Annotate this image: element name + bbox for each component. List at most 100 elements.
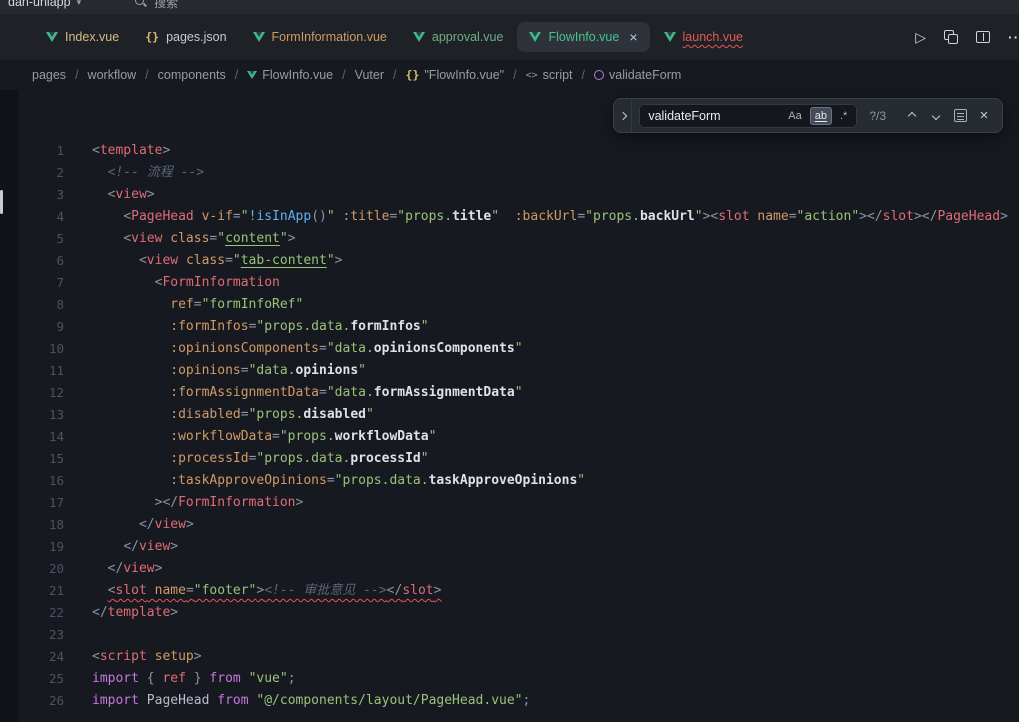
breadcrumb-label: workflow <box>88 68 137 82</box>
code-line[interactable]: 20 </view> <box>18 558 1019 580</box>
left-gutter-strip <box>0 90 18 722</box>
find-query-text: validateForm <box>648 109 783 123</box>
tab-label: approval.vue <box>432 30 504 44</box>
editor[interactable]: 1<template>2 <!-- 流程 -->3 <view>4 <PageH… <box>0 90 1019 722</box>
match-case-button[interactable]: Aa <box>783 107 806 125</box>
find-input[interactable]: validateForm Aa ab .* <box>639 104 857 128</box>
line-number: 12 <box>18 382 64 404</box>
breadcrumb-item-validateform[interactable]: validateForm <box>594 68 681 82</box>
chevron-down-icon <box>932 111 940 119</box>
breadcrumb-item-components[interactable]: components <box>158 68 226 82</box>
breadcrumb-label: FlowInfo.vue <box>262 68 333 82</box>
code-text: <FormInformation <box>64 272 280 294</box>
breadcrumb-label: Vuter <box>355 68 384 82</box>
vue-icon <box>664 32 676 42</box>
line-number: 16 <box>18 470 64 492</box>
breadcrumb-item-pages[interactable]: pages <box>32 68 66 82</box>
toggle-replace-button[interactable] <box>614 99 632 132</box>
code-line[interactable]: 5 <view class="content"> <box>18 228 1019 250</box>
breadcrumb-item-vuter[interactable]: Vuter <box>355 68 384 82</box>
scroll-indicator[interactable] <box>0 190 3 214</box>
close-icon[interactable]: × <box>629 30 637 44</box>
tab-forminformation-vue[interactable]: FormInformation.vue <box>241 22 399 52</box>
code-line[interactable]: 9 :formInfos="props.data.formInfos" <box>18 316 1019 338</box>
code-line[interactable]: 11 :opinions="data.opinions" <box>18 360 1019 382</box>
chevron-right-icon <box>619 111 627 119</box>
line-number: 4 <box>18 206 64 228</box>
code-line[interactable]: 12 :formAssignmentData="data.formAssignm… <box>18 382 1019 404</box>
tab-launch-vue[interactable]: launch.vue <box>652 22 755 52</box>
code-line[interactable]: 17 ></FormInformation> <box>18 492 1019 514</box>
json-braces-icon: {} <box>406 68 420 82</box>
code-line[interactable]: 6 <view class="tab-content"> <box>18 250 1019 272</box>
code-text: <template> <box>64 140 170 162</box>
close-find-button[interactable]: × <box>974 106 994 126</box>
tab-flowinfo-vue[interactable]: FlowInfo.vue× <box>517 22 649 52</box>
tab-pages-json[interactable]: {}pages.json <box>133 22 238 52</box>
vue-icon <box>46 32 58 42</box>
code-text: <slot name="footer"><!-- 审批意见 --></slot> <box>64 580 441 602</box>
code-text: :workflowData="props.workflowData" <box>64 426 436 448</box>
symbol-method-icon <box>594 70 604 80</box>
code-area[interactable]: 1<template>2 <!-- 流程 -->3 <view>4 <PageH… <box>18 90 1019 722</box>
run-button[interactable]: ▷ <box>915 29 926 46</box>
split-editor-button[interactable] <box>976 31 990 43</box>
line-number: 26 <box>18 690 64 712</box>
chevron-down-icon: ▾ <box>77 0 82 8</box>
breadcrumb-item-workflow[interactable]: workflow <box>88 68 137 82</box>
code-text <box>64 624 92 646</box>
find-widget: validateForm Aa ab .* ?/3 × <box>613 98 1003 133</box>
tab-bar-tabs: Index.vue{}pages.jsonFormInformation.vue… <box>34 22 755 52</box>
breadcrumb-item-flowinfo-vue[interactable]: FlowInfo.vue <box>247 68 333 82</box>
breadcrumb-item-script[interactable]: <>script <box>526 68 573 82</box>
line-number: 9 <box>18 316 64 338</box>
whole-word-button[interactable]: ab <box>810 107 832 125</box>
code-line[interactable]: 13 :disabled="props.disabled" <box>18 404 1019 426</box>
project-name: dan-uniapp <box>8 0 71 9</box>
code-line[interactable]: 3 <view> <box>18 184 1019 206</box>
code-line[interactable]: 10 :opinionsComponents="data.opinionsCom… <box>18 338 1019 360</box>
previous-match-button[interactable] <box>902 106 922 126</box>
project-name-dropdown[interactable]: dan-uniapp ▾ <box>8 0 81 9</box>
breadcrumb-label: components <box>158 68 226 82</box>
code-line[interactable]: 23 <box>18 624 1019 646</box>
code-line[interactable]: 8 ref="formInfoRef" <box>18 294 1019 316</box>
code-line[interactable]: 14 :workflowData="props.workflowData" <box>18 426 1019 448</box>
find-options: Aa ab .* <box>783 107 852 125</box>
compare-changes-button[interactable] <box>944 30 958 44</box>
code-line[interactable]: 19 </view> <box>18 536 1019 558</box>
line-number: 2 <box>18 162 64 184</box>
code-line[interactable]: 24<script setup> <box>18 646 1019 668</box>
breadcrumb-separator: / <box>393 68 396 82</box>
code-line[interactable]: 7 <FormInformation <box>18 272 1019 294</box>
code-text: <script setup> <box>64 646 202 668</box>
code-line[interactable]: 18 </view> <box>18 514 1019 536</box>
next-match-button[interactable] <box>926 106 946 126</box>
code-line[interactable]: 21 <slot name="footer"><!-- 审批意见 --></sl… <box>18 580 1019 602</box>
code-line[interactable]: 15 :processId="props.data.processId" <box>18 448 1019 470</box>
find-results-count: ?/3 <box>869 109 886 123</box>
code-line[interactable]: 2 <!-- 流程 --> <box>18 162 1019 184</box>
global-search-button[interactable]: 搜索 <box>135 0 178 11</box>
line-number: 13 <box>18 404 64 426</box>
code-text: <!-- 流程 --> <box>64 162 204 184</box>
tab-approval-vue[interactable]: approval.vue <box>401 22 516 52</box>
code-line[interactable]: 4 <PageHead v-if="!isInApp()" :title="pr… <box>18 206 1019 228</box>
code-text: import { ref } from "vue"; <box>64 668 296 690</box>
code-line[interactable]: 25import { ref } from "vue"; <box>18 668 1019 690</box>
tab-index-vue[interactable]: Index.vue <box>34 22 131 52</box>
code-line[interactable]: 16 :taskApproveOpinions="props.data.task… <box>18 470 1019 492</box>
code-text: ref="formInfoRef" <box>64 294 303 316</box>
vue-icon <box>413 32 425 42</box>
line-number: 20 <box>18 558 64 580</box>
code-line[interactable]: 26import PageHead from "@/components/lay… <box>18 690 1019 712</box>
find-in-selection-button[interactable] <box>950 106 970 126</box>
code-line[interactable]: 1<template> <box>18 140 1019 162</box>
regex-button[interactable]: .* <box>835 107 852 125</box>
code-line[interactable]: 22</template> <box>18 602 1019 624</box>
breadcrumb-item--flowinfo-vue-[interactable]: {}"FlowInfo.vue" <box>406 68 505 82</box>
code-text: </view> <box>64 558 162 580</box>
breadcrumb-separator: / <box>235 68 238 82</box>
more-actions-button[interactable]: ··· <box>1008 29 1019 45</box>
breadcrumb-separator: / <box>513 68 516 82</box>
